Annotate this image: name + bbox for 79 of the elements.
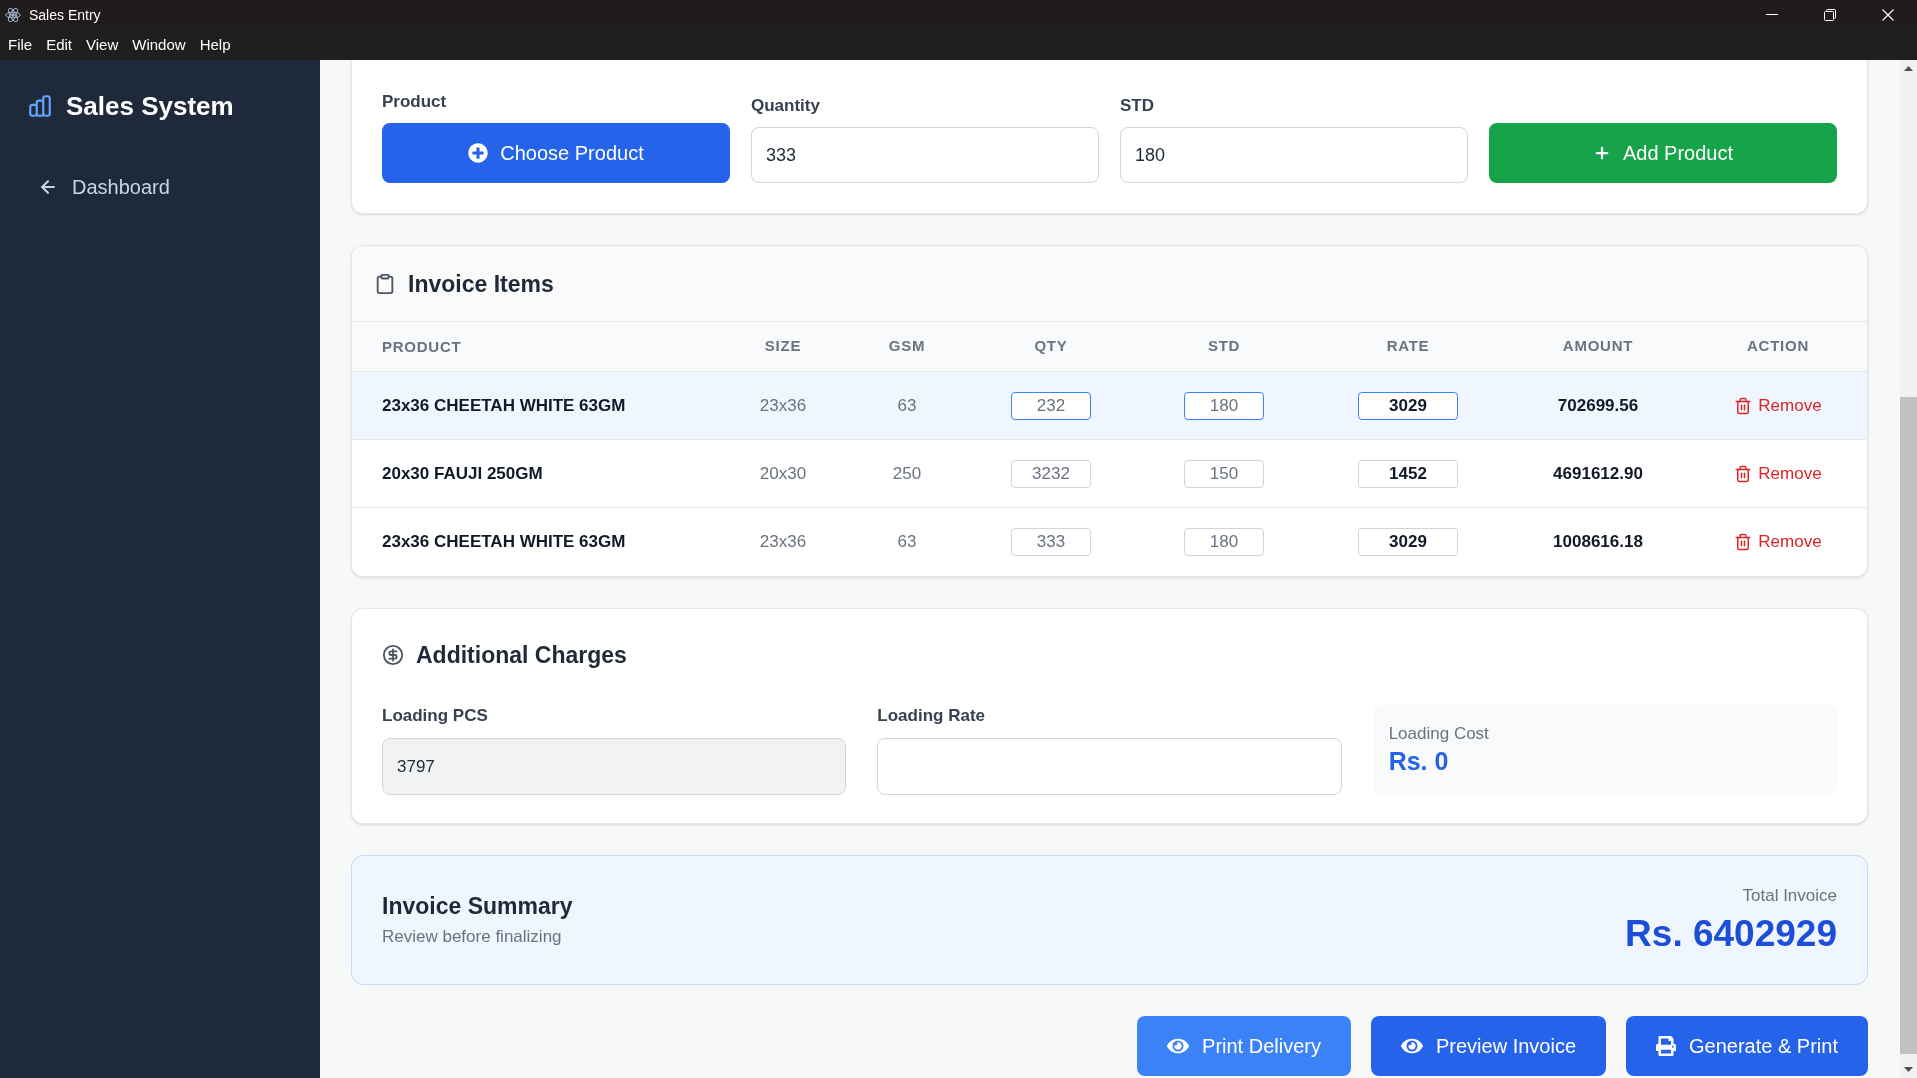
menu-item[interactable]: Edit	[39, 37, 80, 52]
minimize-icon	[1766, 14, 1778, 15]
action-button[interactable]: Generate & Print	[1626, 1016, 1868, 1076]
table-cell-text: 23x36	[759, 531, 807, 554]
loading-rate-field[interactable]	[877, 738, 1342, 795]
scroll-up-icon[interactable]	[1904, 66, 1913, 71]
column-header: SIZE	[764, 336, 802, 357]
dashboard-link[interactable]: Dashboard	[38, 175, 170, 199]
loading-pcs-field[interactable]: 3797	[382, 738, 847, 795]
summary-title: Invoice Summary	[382, 892, 573, 920]
column-header: PRODUCT	[382, 337, 462, 355]
table-cell-text: 702699.56	[1557, 394, 1639, 417]
qty-field[interactable]: 333	[1011, 528, 1091, 556]
card-title: Additional Charges	[416, 641, 627, 670]
std-field[interactable]: 180	[1184, 528, 1264, 556]
rate-field[interactable]: 1452	[1358, 459, 1458, 488]
table-cell-text: 63	[897, 394, 917, 417]
atom-icon	[5, 6, 21, 23]
brand-title: Sales System	[66, 90, 234, 122]
printer-icon	[1656, 1036, 1677, 1056]
table-cell-text: 1008616.18	[1553, 531, 1643, 554]
window-title: Sales Entry	[29, 7, 101, 22]
table-cell-text: 250	[892, 462, 922, 485]
scroll-down-icon[interactable]	[1904, 1067, 1913, 1072]
column-header: RATE	[1386, 336, 1430, 357]
menu-item[interactable]: Help	[192, 37, 238, 52]
column-header: ACTION	[1747, 336, 1809, 357]
field-label: Loading PCS	[382, 705, 489, 727]
quantity-field[interactable]: 333	[751, 127, 1099, 183]
action-button[interactable]: Print Delivery	[1137, 1016, 1351, 1076]
table-cell: 23x36 CHEETAH WHITE 63GM	[382, 532, 626, 552]
trash-icon	[1734, 533, 1753, 551]
summary-subtitle: Review before finalizing	[382, 926, 563, 948]
trash-icon	[1734, 396, 1753, 415]
column-header: GSM	[888, 336, 926, 357]
field-label: Product	[382, 91, 448, 113]
bar-chart-icon	[27, 93, 53, 119]
cost-label: Loading Cost	[1388, 723, 1490, 745]
table-row[interactable]: 23x36 CHEETAH WHITE 63GM 23x36 63 232 180 3029 702699.56 Remove	[352, 372, 1867, 440]
std-field[interactable]: 150	[1184, 459, 1264, 488]
table-cell: 20x30 FAUJI 250GM	[382, 463, 543, 483]
menu-item[interactable]: File	[1, 37, 40, 52]
choose-product-button[interactable]: Choose Product	[382, 123, 730, 183]
qty-field[interactable]: 232	[1011, 391, 1091, 420]
dollar-circle-icon	[382, 644, 404, 666]
scrollbar-track[interactable]	[1900, 60, 1917, 1078]
table-cell-text: 63	[897, 531, 917, 554]
close-icon	[1882, 8, 1894, 21]
field-label: Quantity	[751, 95, 821, 117]
restore-icon	[1824, 8, 1836, 21]
column-header: STD	[1207, 336, 1241, 357]
menu-item[interactable]: Window	[125, 37, 193, 52]
rate-field[interactable]: 3029	[1358, 528, 1458, 556]
std-field[interactable]: 180	[1184, 391, 1264, 420]
trash-icon	[1734, 464, 1753, 483]
column-header: AMOUNT	[1562, 336, 1634, 357]
table-cell-text: 20x30	[759, 462, 807, 485]
remove-button[interactable]: Remove	[1734, 460, 1822, 487]
table-cell-text: 23x36	[759, 394, 807, 417]
action-button[interactable]: Preview Invoice	[1370, 1016, 1607, 1076]
column-header: QTY	[1034, 336, 1068, 357]
std-field[interactable]: 180	[1120, 127, 1468, 183]
table-row[interactable]: 23x36 CHEETAH WHITE 63GM 23x36 63 333 180 3029 1008616.18 Remove	[352, 508, 1867, 576]
clipboard-icon	[374, 272, 396, 295]
cost-value: Rs. 0	[1388, 746, 1450, 777]
table-row[interactable]: 20x30 FAUJI 250GM 20x30 250 3232 150 1452 4691612.90 Remove	[352, 440, 1867, 508]
scrollbar-thumb[interactable]	[1900, 397, 1917, 1054]
remove-button[interactable]: Remove	[1734, 392, 1822, 419]
rate-field[interactable]: 3029	[1358, 391, 1458, 420]
total-label: Total Invoice	[1742, 885, 1837, 907]
field-label: Loading Rate	[877, 705, 986, 727]
field-label: STD	[1120, 95, 1155, 117]
table-cell: 23x36 CHEETAH WHITE 63GM	[382, 395, 626, 415]
remove-button[interactable]: Remove	[1734, 529, 1822, 555]
menu-item[interactable]: View	[79, 37, 126, 52]
total-value: Rs. 6402929	[1625, 913, 1837, 955]
qty-field[interactable]: 3232	[1011, 459, 1091, 488]
card-title: Invoice Items	[408, 269, 554, 299]
table-cell-text: 4691612.90	[1553, 462, 1643, 485]
